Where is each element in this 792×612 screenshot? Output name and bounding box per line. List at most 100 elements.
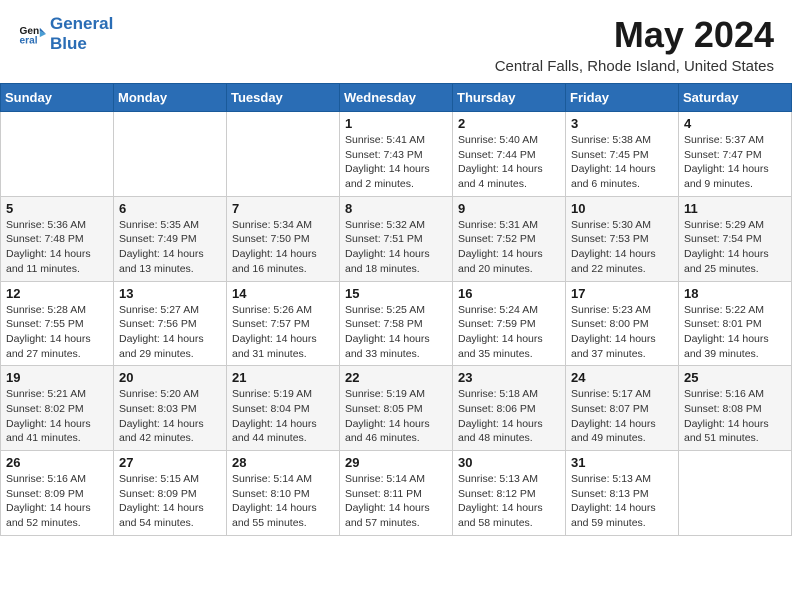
calendar-cell: 29 Sunrise: 5:14 AMSunset: 8:11 PMDayligh… bbox=[340, 451, 453, 536]
calendar-header-row: SundayMondayTuesdayWednesdayThursdayFrid… bbox=[1, 84, 792, 112]
day-sun-info: Sunrise: 5:34 AMSunset: 7:50 PMDaylight:… bbox=[232, 218, 334, 277]
day-sun-info: Sunrise: 5:15 AMSunset: 8:09 PMDaylight:… bbox=[119, 472, 221, 531]
header-thursday: Thursday bbox=[453, 84, 566, 112]
day-sun-info: Sunrise: 5:26 AMSunset: 7:57 PMDaylight:… bbox=[232, 303, 334, 362]
day-number: 18 bbox=[684, 286, 786, 301]
day-number: 5 bbox=[6, 201, 108, 216]
day-number: 11 bbox=[684, 201, 786, 216]
day-number: 8 bbox=[345, 201, 447, 216]
day-number: 24 bbox=[571, 370, 673, 385]
calendar-cell: 30 Sunrise: 5:13 AMSunset: 8:12 PMDayligh… bbox=[453, 451, 566, 536]
calendar-week-1: 1Sunrise: 5:41 AMSunset: 7:43 PMDaylight… bbox=[1, 112, 792, 197]
day-number: 21 bbox=[232, 370, 334, 385]
calendar-cell: 31Sunrise: 5:13 AMSunset: 8:13 PMDayligh… bbox=[566, 451, 679, 536]
calendar-cell bbox=[679, 451, 792, 536]
calendar-cell: 16 Sunrise: 5:24 AMSunset: 7:59 PMDayligh… bbox=[453, 281, 566, 366]
calendar-cell: 17Sunrise: 5:23 AMSunset: 8:00 PMDayligh… bbox=[566, 281, 679, 366]
calendar-cell bbox=[1, 112, 114, 197]
day-number: 19 bbox=[6, 370, 108, 385]
calendar-cell bbox=[114, 112, 227, 197]
calendar-cell: 15 Sunrise: 5:25 AMSunset: 7:58 PMDayligh… bbox=[340, 281, 453, 366]
day-sun-info: Sunrise: 5:29 AMSunset: 7:54 PMDaylight:… bbox=[684, 218, 786, 277]
calendar-cell: 9Sunrise: 5:31 AMSunset: 7:52 PMDaylight… bbox=[453, 196, 566, 281]
day-sun-info: Sunrise: 5:40 AMSunset: 7:44 PMDaylight:… bbox=[458, 133, 560, 192]
day-sun-info: Sunrise: 5:17 AMSunset: 8:07 PMDaylight:… bbox=[571, 387, 673, 446]
day-number: 26 bbox=[6, 455, 108, 470]
day-number: 14 bbox=[232, 286, 334, 301]
header-wednesday: Wednesday bbox=[340, 84, 453, 112]
day-number: 15 bbox=[345, 286, 447, 301]
day-number: 22 bbox=[345, 370, 447, 385]
calendar-cell: 13Sunrise: 5:27 AMSunset: 7:56 PMDayligh… bbox=[114, 281, 227, 366]
calendar-cell: 18Sunrise: 5:22 AMSunset: 8:01 PMDayligh… bbox=[679, 281, 792, 366]
calendar-cell: 28 Sunrise: 5:14 AMSunset: 8:10 PMDayligh… bbox=[227, 451, 340, 536]
calendar-cell: 14 Sunrise: 5:26 AMSunset: 7:57 PMDayligh… bbox=[227, 281, 340, 366]
day-number: 12 bbox=[6, 286, 108, 301]
calendar-cell: 4Sunrise: 5:37 AMSunset: 7:47 PMDaylight… bbox=[679, 112, 792, 197]
calendar-cell: 8 Sunrise: 5:32 AMSunset: 7:51 PMDaylight… bbox=[340, 196, 453, 281]
day-sun-info: Sunrise: 5:35 AMSunset: 7:49 PMDaylight:… bbox=[119, 218, 221, 277]
month-year-title: May 2024 bbox=[495, 14, 774, 56]
day-sun-info: Sunrise: 5:14 AMSunset: 8:11 PMDaylight:… bbox=[345, 472, 447, 531]
calendar-cell: 7 Sunrise: 5:34 AMSunset: 7:50 PMDaylight… bbox=[227, 196, 340, 281]
day-sun-info: Sunrise: 5:37 AMSunset: 7:47 PMDaylight:… bbox=[684, 133, 786, 192]
day-number: 27 bbox=[119, 455, 221, 470]
title-block: May 2024 Central Falls, Rhode Island, Un… bbox=[495, 14, 774, 75]
day-number: 31 bbox=[571, 455, 673, 470]
day-sun-info: Sunrise: 5:36 AMSunset: 7:48 PMDaylight:… bbox=[6, 218, 108, 277]
calendar-cell bbox=[227, 112, 340, 197]
day-number: 23 bbox=[458, 370, 560, 385]
day-sun-info: Sunrise: 5:19 AMSunset: 8:04 PMDaylight:… bbox=[232, 387, 334, 446]
day-number: 7 bbox=[232, 201, 334, 216]
calendar-cell: 19 Sunrise: 5:21 AMSunset: 8:02 PMDayligh… bbox=[1, 366, 114, 451]
day-sun-info: Sunrise: 5:25 AMSunset: 7:58 PMDaylight:… bbox=[345, 303, 447, 362]
day-sun-info: Sunrise: 5:32 AMSunset: 7:51 PMDaylight:… bbox=[345, 218, 447, 277]
day-number: 28 bbox=[232, 455, 334, 470]
day-sun-info: Sunrise: 5:16 AMSunset: 8:08 PMDaylight:… bbox=[684, 387, 786, 446]
day-number: 3 bbox=[571, 116, 673, 131]
day-sun-info: Sunrise: 5:41 AMSunset: 7:43 PMDaylight:… bbox=[345, 133, 447, 192]
header-saturday: Saturday bbox=[679, 84, 792, 112]
day-sun-info: Sunrise: 5:13 AMSunset: 8:12 PMDaylight:… bbox=[458, 472, 560, 531]
calendar-cell: 26 Sunrise: 5:16 AMSunset: 8:09 PMDayligh… bbox=[1, 451, 114, 536]
header-friday: Friday bbox=[566, 84, 679, 112]
calendar-week-4: 19 Sunrise: 5:21 AMSunset: 8:02 PMDayligh… bbox=[1, 366, 792, 451]
day-sun-info: Sunrise: 5:20 AMSunset: 8:03 PMDaylight:… bbox=[119, 387, 221, 446]
calendar-table: SundayMondayTuesdayWednesdayThursdayFrid… bbox=[0, 83, 792, 536]
logo: Gen eral GeneralBlue bbox=[18, 14, 113, 53]
calendar-cell: 20Sunrise: 5:20 AMSunset: 8:03 PMDayligh… bbox=[114, 366, 227, 451]
day-number: 29 bbox=[345, 455, 447, 470]
calendar-week-3: 12 Sunrise: 5:28 AMSunset: 7:55 PMDayligh… bbox=[1, 281, 792, 366]
day-sun-info: Sunrise: 5:23 AMSunset: 8:00 PMDaylight:… bbox=[571, 303, 673, 362]
header-monday: Monday bbox=[114, 84, 227, 112]
calendar-cell: 3Sunrise: 5:38 AMSunset: 7:45 PMDaylight… bbox=[566, 112, 679, 197]
calendar-cell: 27 Sunrise: 5:15 AMSunset: 8:09 PMDayligh… bbox=[114, 451, 227, 536]
day-number: 6 bbox=[119, 201, 221, 216]
calendar-cell: 22 Sunrise: 5:19 AMSunset: 8:05 PMDayligh… bbox=[340, 366, 453, 451]
day-sun-info: Sunrise: 5:30 AMSunset: 7:53 PMDaylight:… bbox=[571, 218, 673, 277]
calendar-cell: 2 Sunrise: 5:40 AMSunset: 7:44 PMDaylight… bbox=[453, 112, 566, 197]
calendar-cell: 6 Sunrise: 5:35 AMSunset: 7:49 PMDaylight… bbox=[114, 196, 227, 281]
day-number: 30 bbox=[458, 455, 560, 470]
day-sun-info: Sunrise: 5:28 AMSunset: 7:55 PMDaylight:… bbox=[6, 303, 108, 362]
day-number: 16 bbox=[458, 286, 560, 301]
day-sun-info: Sunrise: 5:14 AMSunset: 8:10 PMDaylight:… bbox=[232, 472, 334, 531]
day-number: 9 bbox=[458, 201, 560, 216]
calendar-cell: 12 Sunrise: 5:28 AMSunset: 7:55 PMDayligh… bbox=[1, 281, 114, 366]
day-sun-info: Sunrise: 5:19 AMSunset: 8:05 PMDaylight:… bbox=[345, 387, 447, 446]
day-sun-info: Sunrise: 5:24 AMSunset: 7:59 PMDaylight:… bbox=[458, 303, 560, 362]
header-tuesday: Tuesday bbox=[227, 84, 340, 112]
calendar-cell: 10Sunrise: 5:30 AMSunset: 7:53 PMDayligh… bbox=[566, 196, 679, 281]
location-subtitle: Central Falls, Rhode Island, United Stat… bbox=[495, 58, 774, 75]
calendar-week-2: 5 Sunrise: 5:36 AMSunset: 7:48 PMDaylight… bbox=[1, 196, 792, 281]
calendar-week-5: 26 Sunrise: 5:16 AMSunset: 8:09 PMDayligh… bbox=[1, 451, 792, 536]
svg-text:eral: eral bbox=[20, 35, 38, 46]
day-number: 2 bbox=[458, 116, 560, 131]
day-sun-info: Sunrise: 5:21 AMSunset: 8:02 PMDaylight:… bbox=[6, 387, 108, 446]
page-header: Gen eral GeneralBlue May 2024 Central Fa… bbox=[0, 0, 792, 83]
calendar-cell: 24 Sunrise: 5:17 AMSunset: 8:07 PMDayligh… bbox=[566, 366, 679, 451]
day-sun-info: Sunrise: 5:16 AMSunset: 8:09 PMDaylight:… bbox=[6, 472, 108, 531]
calendar-cell: 21 Sunrise: 5:19 AMSunset: 8:04 PMDayligh… bbox=[227, 366, 340, 451]
day-number: 25 bbox=[684, 370, 786, 385]
day-sun-info: Sunrise: 5:27 AMSunset: 7:56 PMDaylight:… bbox=[119, 303, 221, 362]
